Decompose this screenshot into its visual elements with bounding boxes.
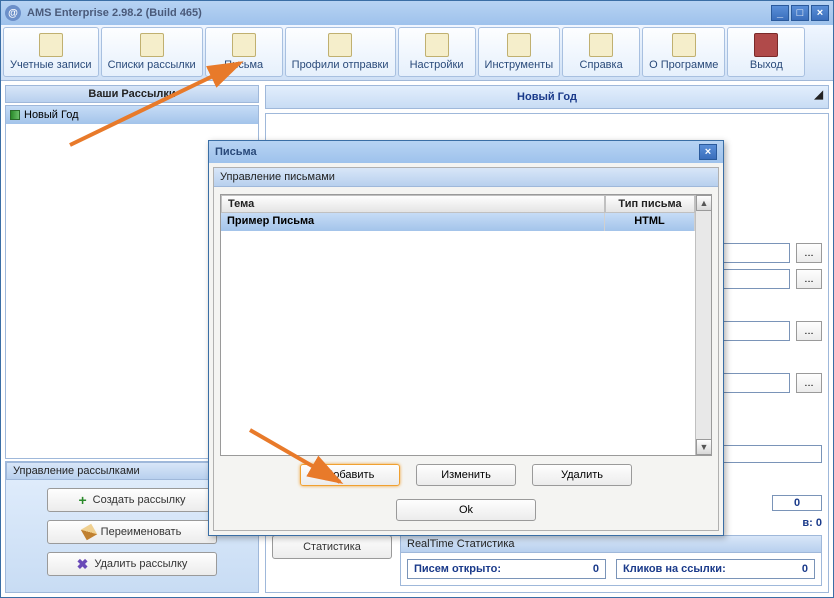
toolbar-help[interactable]: Справка	[562, 27, 640, 77]
rename-mailing-button[interactable]: Переименовать	[47, 520, 217, 544]
col-subject[interactable]: Тема	[221, 195, 605, 213]
toolbar: Учетные записи Списки рассылки Письма Пр…	[1, 25, 833, 81]
mailing-item[interactable]: Новый Год	[6, 106, 258, 124]
letters-list[interactable]: Тема Тип письма Пример Письма HTML ▲ ▼	[220, 194, 712, 456]
statistics-button[interactable]: Статистика	[272, 535, 392, 559]
toolbar-lists[interactable]: Списки рассылки	[101, 27, 203, 77]
x-icon: ✖	[77, 556, 89, 573]
browse-button-1[interactable]: ...	[796, 243, 822, 263]
scrollbar[interactable]: ▲ ▼	[695, 195, 711, 455]
row-type: HTML	[605, 213, 695, 231]
app-icon: @	[5, 5, 21, 21]
row-subject: Пример Письма	[221, 213, 605, 231]
delete-button[interactable]: Удалить	[532, 464, 632, 486]
lists-icon	[140, 33, 164, 57]
realtime-stats-panel: RealTime Статистика Писем открыто:0 Клик…	[400, 535, 822, 586]
toolbar-accounts[interactable]: Учетные записи	[3, 27, 99, 77]
clicks-stat: Кликов на ссылки:0	[616, 559, 815, 579]
dialog-title: Письма	[215, 146, 257, 158]
ok-button[interactable]: Ok	[396, 499, 536, 521]
delete-mailing-button[interactable]: ✖Удалить рассылку	[47, 552, 217, 576]
accounts-icon	[39, 33, 63, 57]
help-icon	[589, 33, 613, 57]
profiles-icon	[328, 33, 352, 57]
pencil-icon	[80, 524, 96, 540]
opened-stat: Писем открыто:0	[407, 559, 606, 579]
letters-icon	[232, 33, 256, 57]
scroll-down-icon[interactable]: ▼	[696, 439, 712, 455]
scroll-up-icon[interactable]: ▲	[696, 195, 712, 211]
tools-icon	[507, 33, 531, 57]
dialog-group-header: Управление письмами	[214, 168, 718, 187]
realtime-stats-header: RealTime Статистика	[401, 536, 821, 553]
app-title: AMS Enterprise 2.98.2 (Build 465)	[27, 7, 771, 19]
add-button[interactable]: Добавить	[300, 464, 400, 486]
close-button[interactable]: ×	[811, 5, 829, 21]
toolbar-tools[interactable]: Инструменты	[478, 27, 561, 77]
maximize-button[interactable]: □	[791, 5, 809, 21]
toolbar-about[interactable]: О Программе	[642, 27, 725, 77]
letters-dialog: Письма × Управление письмами Тема Тип пи…	[208, 140, 724, 536]
browse-button-4[interactable]: ...	[796, 373, 822, 393]
toolbar-settings[interactable]: Настройки	[398, 27, 476, 77]
row-suffix-label: в: 0	[802, 517, 822, 529]
status-icon	[10, 110, 20, 120]
letter-row[interactable]: Пример Письма HTML	[221, 213, 711, 231]
edit-button[interactable]: Изменить	[416, 464, 516, 486]
dialog-titlebar[interactable]: Письма ×	[209, 141, 723, 163]
count-box-1: 0	[772, 495, 822, 511]
titlebar[interactable]: @ AMS Enterprise 2.98.2 (Build 465) _ □ …	[1, 1, 833, 25]
browse-button-3[interactable]: ...	[796, 321, 822, 341]
toolbar-letters[interactable]: Письма	[205, 27, 283, 77]
create-mailing-button[interactable]: +Создать рассылку	[47, 488, 217, 512]
browse-button-2[interactable]: ...	[796, 269, 822, 289]
minimize-button[interactable]: _	[771, 5, 789, 21]
settings-icon	[425, 33, 449, 57]
toolbar-profiles[interactable]: Профили отправки	[285, 27, 396, 77]
dialog-close-button[interactable]: ×	[699, 144, 717, 160]
toolbar-exit[interactable]: Выход	[727, 27, 805, 77]
mailings-header: Ваши Рассылки◢	[5, 85, 259, 103]
mailing-title: Новый Год	[265, 85, 829, 109]
about-icon	[672, 33, 696, 57]
col-type[interactable]: Тип письма	[605, 195, 695, 213]
mailing-label: Новый Год	[24, 109, 79, 121]
exit-icon	[754, 33, 778, 57]
plus-icon: +	[78, 492, 86, 508]
